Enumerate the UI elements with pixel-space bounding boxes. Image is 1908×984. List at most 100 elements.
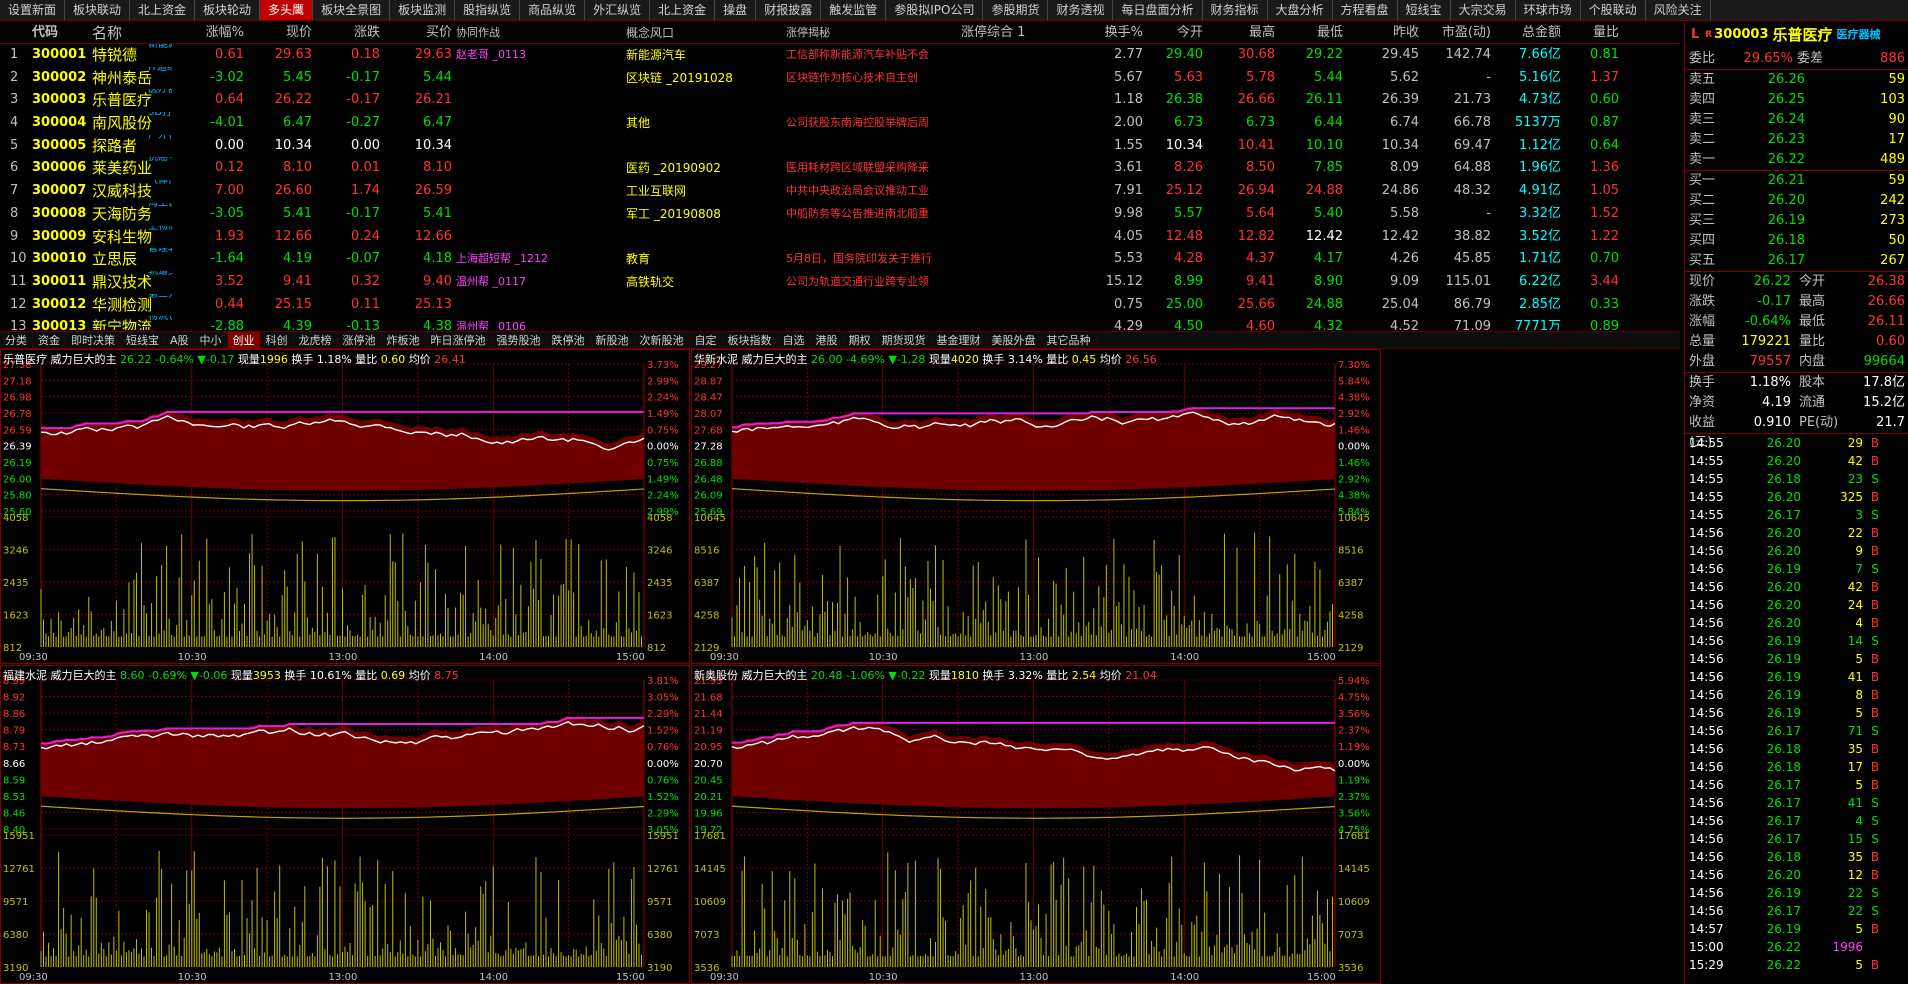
column-header[interactable]: 换手% (1081, 22, 1147, 43)
table-row[interactable]: 1300001特锐德新能源汽车R0.6129.630.1829.63赵老哥 _0… (0, 44, 1680, 67)
category-tab[interactable]: 港股 (811, 332, 844, 348)
category-tab[interactable]: 短线宝 (121, 332, 165, 348)
table-row[interactable]: 4 300004 南风股份3D打印+? -4.01 6.47 -0.27 6.47 其他 公司获… (0, 112, 1680, 135)
menu-item[interactable]: 短线宝 (1398, 0, 1451, 20)
column-header[interactable]: 协同作战 (456, 22, 626, 43)
category-tab[interactable]: 期权 (844, 332, 877, 348)
category-tab[interactable]: 科创 (261, 332, 294, 348)
menu-item[interactable]: 环球市场 (1516, 0, 1581, 20)
menu-item[interactable]: 商品纵览 (520, 0, 586, 20)
menu-item[interactable]: 北上资金 (130, 0, 196, 20)
column-header[interactable]: 最低 (1279, 22, 1347, 43)
bid-book-row[interactable]: 买五 26.17 267 (1685, 251, 1908, 271)
column-header[interactable]: 市盈(动) (1423, 22, 1495, 43)
menu-item[interactable]: 股指纵览 (455, 0, 521, 20)
column-header[interactable]: 名称 (92, 22, 172, 43)
menu-item[interactable]: 风险关注 (1646, 0, 1711, 20)
stat-label: 涨幅 (1689, 314, 1716, 329)
column-header[interactable]: 代码 (32, 22, 92, 43)
column-header[interactable] (0, 22, 32, 43)
menu-item[interactable]: 板块联动 (65, 0, 131, 20)
category-tab[interactable]: 即时决策 (66, 332, 121, 348)
category-tab[interactable]: 分类 (0, 332, 33, 348)
category-tab[interactable]: 新股池 (591, 332, 635, 348)
category-tab[interactable]: 自选 (778, 332, 811, 348)
time-label: 13:00 (1020, 652, 1049, 663)
column-header[interactable]: 总金额 (1495, 22, 1565, 43)
bid-book-row[interactable]: 买三 26.19 273 (1685, 211, 1908, 231)
category-tab[interactable]: A股 (165, 332, 195, 348)
column-header[interactable]: 概念风口 (626, 22, 786, 43)
intraday-chart-1[interactable]: 乐普医疗 威力巨大的主 26.22 -0.64% ▼-0.17 现量1996 换… (0, 349, 690, 664)
category-tab[interactable]: 基金理财 (932, 332, 987, 348)
category-tab[interactable]: 涨停池 (338, 332, 382, 348)
menu-item[interactable]: 操盘 (715, 0, 757, 20)
menu-item[interactable]: 板块监测 (390, 0, 456, 20)
menu-item[interactable]: 每日盘面分析 (1113, 0, 1203, 20)
table-row[interactable]: 2 300002 神州泰岳IT运维+?R -3.02 5.45 -0.17 5.44 区块链 … (0, 67, 1680, 90)
menu-item[interactable]: 北上资金 (650, 0, 716, 20)
column-header[interactable]: 涨停综合 1 (961, 22, 1081, 43)
table-row[interactable]: 5 300005 探路者 户外行业 0.00 10.34 0.00 10.34 1.55 10.3… (0, 135, 1680, 158)
intraday-chart-2[interactable]: 华新水泥 威力巨大的主 26.00 -4.69% ▼-1.28 现量4020 换… (691, 349, 1381, 664)
table-row[interactable]: 6 300006 莱美药业抗癌+?R 0.12 8.10 0.01 8.10 医药 _2019… (0, 157, 1680, 180)
column-header[interactable]: 涨幅% (172, 22, 248, 43)
column-header[interactable]: 现价 (248, 22, 316, 43)
table-row[interactable]: 8 300008 天海防务海工设计 -3.05 5.41 -0.17 5.41 军工 _201… (0, 203, 1680, 226)
ask-book-row[interactable]: 卖一 26.22 489 (1685, 150, 1908, 170)
table-row[interactable]: 11 300011 鼎汉技术轨道交通 3.52 9.41 0.32 9.40 温州帮 _011… (0, 271, 1680, 294)
column-header[interactable]: 今开 (1147, 22, 1207, 43)
menu-item[interactable]: 个股联动 (1581, 0, 1646, 20)
menu-item[interactable]: 财报披露 (756, 0, 822, 20)
column-header[interactable]: 涨跌 (316, 22, 384, 43)
column-header[interactable]: 涨停揭秘 (786, 22, 961, 43)
category-tab[interactable]: 自定 (690, 332, 723, 348)
ask-book-row[interactable]: 卖五 26.26 59 (1685, 70, 1908, 90)
table-row[interactable]: 3 300003 乐普医疗医疗器械R 0.64 26.22 -0.17 26.21 1.18 2… (0, 89, 1680, 112)
bid-book-row[interactable]: 买四 26.18 50 (1685, 231, 1908, 251)
menu-item[interactable]: 板块轮动 (195, 0, 261, 20)
category-tab[interactable]: 期货现货 (877, 332, 932, 348)
column-header[interactable]: 买价 (384, 22, 456, 43)
menu-item[interactable]: 财务指标 (1203, 0, 1268, 20)
category-tab[interactable]: 炸板池 (382, 332, 426, 348)
table-row[interactable]: 10300010立思辰管理软件R-1.644.19-0.074.18上海超短帮 … (0, 248, 1680, 271)
menu-item[interactable]: 触发监管 (821, 0, 887, 20)
ask-book-row[interactable]: 卖二 26.23 17 (1685, 130, 1908, 150)
menu-item[interactable]: 参股拟IPO公司 (886, 0, 984, 20)
column-header[interactable]: 最高 (1207, 22, 1279, 43)
menu-item[interactable]: 方程看盘 (1333, 0, 1398, 20)
intraday-chart-3[interactable]: 福建水泥 威力巨大的主 8.60 -0.69% ▼-0.06 现量3953 换手… (0, 665, 690, 984)
table-row[interactable]: 13 300013 新宁物流物流仓储 -2.88 4.39 -0.13 4.38 温州帮 _0… (0, 316, 1680, 330)
menu-item[interactable]: 外汇纵览 (585, 0, 651, 20)
column-header[interactable]: 量比 (1565, 22, 1623, 43)
bid-book-row[interactable]: 买二 26.20 242 (1685, 191, 1908, 211)
column-header[interactable]: 昨收 (1347, 22, 1423, 43)
category-tab[interactable]: 创业 (227, 332, 261, 348)
category-tab[interactable]: 强势股池 (492, 332, 547, 348)
category-tab[interactable]: 中小 (195, 332, 228, 348)
table-row[interactable]: 12 300012 华测检测第三方检R 0.44 25.15 0.11 25.13 0.75 2… (0, 294, 1680, 317)
menu-item[interactable]: 参股期货 (983, 0, 1049, 20)
menu-item[interactable]: 财务透视 (1048, 0, 1114, 20)
category-tab[interactable]: 资金 (33, 332, 66, 348)
category-tab[interactable]: 次新股池 (635, 332, 690, 348)
category-tab[interactable]: 跌停池 (547, 332, 591, 348)
ask-book-row[interactable]: 卖三 26.24 90 (1685, 110, 1908, 130)
category-tab[interactable]: 其它品种 (1042, 332, 1097, 348)
table-row[interactable]: 9 300009 安科生物生物制药R 1.93 12.66 0.24 12.66 4.05 12… (0, 226, 1680, 249)
tick-list[interactable]: 14:55 26.20 29 B 14:55 26.20 42 B 14:55 26.18 23 S 1… (1685, 434, 1908, 974)
category-tab[interactable]: 板块指数 (723, 332, 778, 348)
menu-item[interactable]: 大盘分析 (1268, 0, 1333, 20)
menu-item[interactable]: 板块全景图 (313, 0, 391, 20)
table-row[interactable]: 7 300007 汉威科技气体传感 7.00 26.60 1.74 26.59 工业互联网 中共… (0, 180, 1680, 203)
menu-item[interactable]: 多头鹰 (260, 0, 314, 20)
category-tab[interactable]: 美股外盘 (987, 332, 1042, 348)
bid-book-row[interactable]: 买一 26.21 59 (1685, 171, 1908, 191)
intraday-chart-4[interactable]: 新奥股份 威力巨大的主 20.48 -1.06% ▼-0.22 现量1810 换… (691, 665, 1381, 984)
category-tab[interactable]: 龙虎榜 (294, 332, 338, 348)
category-tab[interactable]: 昨日涨停池 (426, 332, 492, 348)
menu-item[interactable]: 大宗交易 (1451, 0, 1516, 20)
ask-book-row[interactable]: 卖四 26.25 103 (1685, 90, 1908, 110)
menu-item[interactable]: 设置新面 (0, 0, 66, 20)
